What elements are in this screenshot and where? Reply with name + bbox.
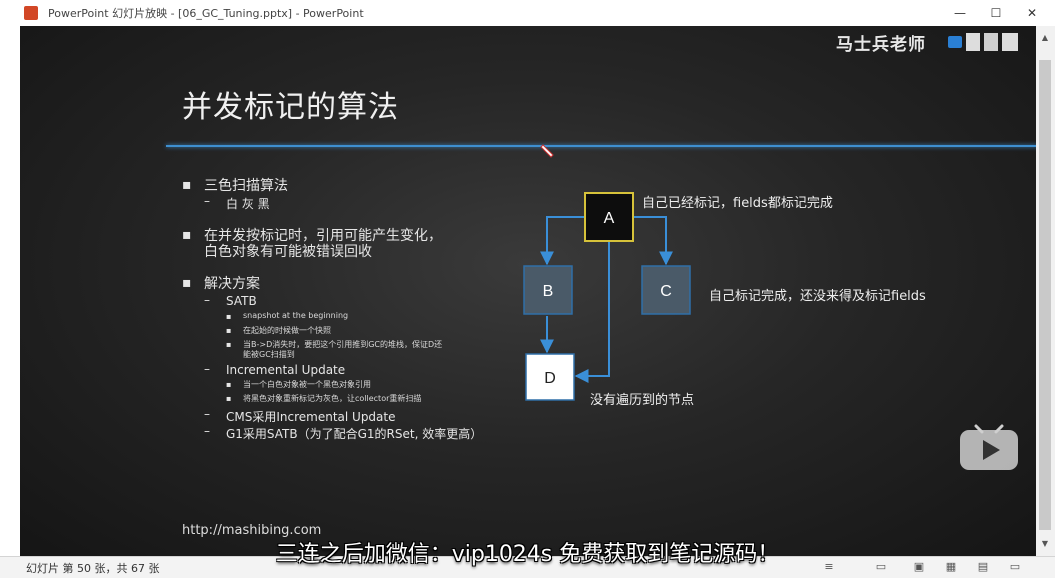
slide-canvas: 马士兵老师 并发标记的算法 ▪ 三色扫描算法 – 白 灰 黑 ▪ 在并发按标记时… (20, 26, 1036, 556)
node-a-label: A (604, 210, 615, 227)
close-button[interactable]: ✕ (1014, 0, 1050, 26)
scroll-up-icon[interactable]: ▲ (1039, 32, 1051, 44)
left-margin (0, 26, 20, 556)
edge-a-b (540, 216, 585, 266)
window-title: PowerPoint 幻灯片放映 - [06_GC_Tuning.pptx] -… (48, 7, 364, 20)
edge-a-d (574, 242, 610, 383)
node-b-label: B (543, 283, 554, 300)
node-c-label: C (660, 283, 672, 300)
powerpoint-icon (24, 6, 38, 20)
play-icon[interactable] (958, 424, 1020, 474)
node-d-label: D (544, 370, 556, 387)
maximize-button[interactable]: ☐ (978, 0, 1014, 26)
node-c-note: 自己标记完成，还没来得及标记fields (709, 289, 926, 304)
edge-a-c (633, 216, 673, 266)
scrollbar-thumb[interactable] (1039, 60, 1051, 530)
node-a-note: 自己已经标记，fields都标记完成 (642, 196, 833, 211)
node-d-note: 没有遍历到的节点 (590, 393, 695, 408)
video-subtitle: 三连之后加微信：vip1024s 免费获取到笔记源码！ (275, 542, 780, 567)
minimize-button[interactable]: — (942, 0, 978, 26)
window-title-bar: PowerPoint 幻灯片放映 - [06_GC_Tuning.pptx] -… (0, 0, 1055, 27)
